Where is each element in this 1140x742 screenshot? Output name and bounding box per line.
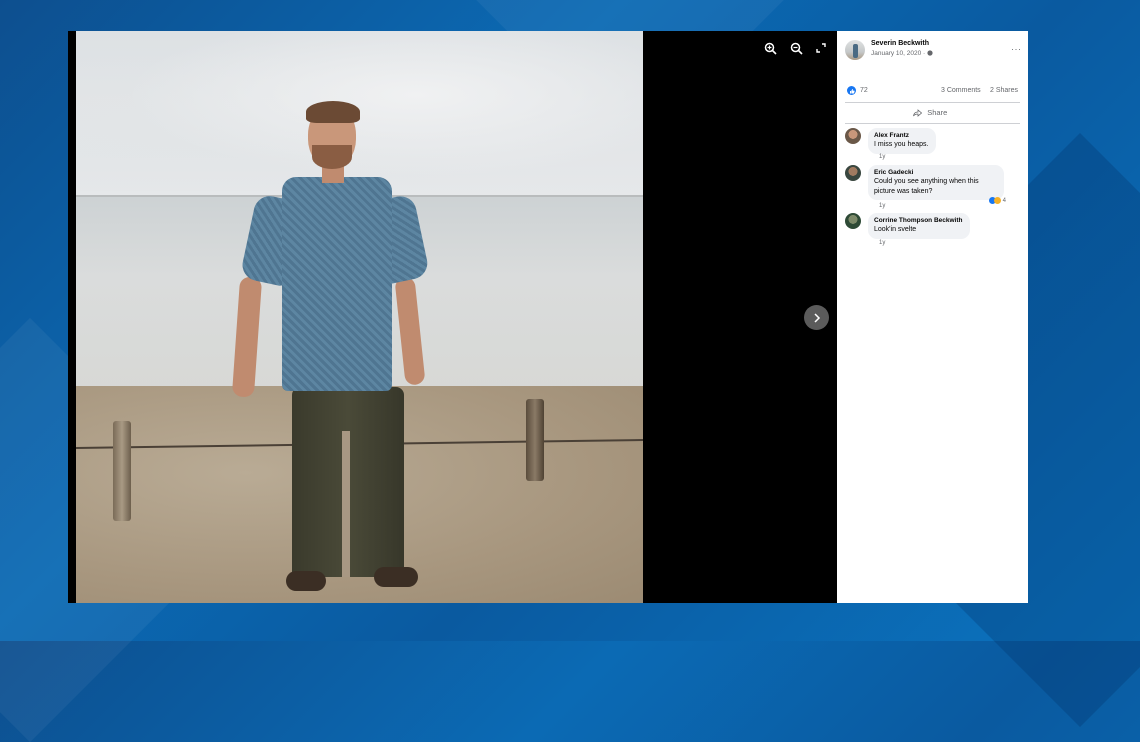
share-label: Share xyxy=(927,108,948,117)
reaction-count: 4 xyxy=(1002,198,1007,205)
zoom-in-icon[interactable] xyxy=(763,42,777,56)
comments-count[interactable]: 3 Comments xyxy=(941,87,981,94)
comment-bubble: Corrine Thompson Beckwith Look'in svelte xyxy=(868,213,971,239)
photo-person xyxy=(226,101,431,601)
likes-count[interactable]: 72 xyxy=(860,87,868,94)
shares-count[interactable]: 2 Shares xyxy=(990,87,1018,94)
globe-icon xyxy=(927,50,933,57)
commenter-avatar[interactable] xyxy=(845,128,861,144)
post-stats: 72 3 Comments 2 Shares xyxy=(847,86,1020,96)
comment-time[interactable]: 1y xyxy=(879,154,885,160)
photo-viewer xyxy=(68,31,837,603)
commenter-name[interactable]: Corrine Thompson Beckwith xyxy=(874,216,962,225)
comment-text: Look'in svelte xyxy=(874,226,917,233)
chevron-right-icon xyxy=(812,309,822,325)
divider xyxy=(845,123,1020,124)
commenter-avatar[interactable] xyxy=(845,213,861,229)
commenter-name[interactable]: Alex Frantz xyxy=(874,131,928,140)
author-avatar[interactable] xyxy=(845,40,865,60)
commenter-name[interactable]: Eric Gadecki xyxy=(874,168,996,177)
post-date[interactable]: January 10, 2020 · xyxy=(871,50,933,57)
comment-reactions[interactable]: 4 xyxy=(989,197,1006,204)
fullscreen-icon[interactable] xyxy=(814,42,828,56)
wow-reaction-icon xyxy=(994,197,1001,204)
post-header: Severin Beckwith January 10, 2020 · ··· xyxy=(845,40,1022,62)
commenter-avatar[interactable] xyxy=(845,165,861,181)
next-photo-button[interactable] xyxy=(804,305,829,330)
photo-fence-post xyxy=(113,421,131,521)
like-icon[interactable] xyxy=(847,86,856,95)
share-icon xyxy=(913,108,924,117)
post-photo[interactable] xyxy=(76,31,643,603)
author-name[interactable]: Severin Beckwith xyxy=(871,40,929,47)
divider xyxy=(845,102,1020,103)
more-icon[interactable]: ··· xyxy=(1011,44,1022,54)
comment-bubble: Eric Gadecki Could you see anything when… xyxy=(868,165,1004,200)
photo-fence-post xyxy=(526,399,544,481)
comment-text: Could you see anything when this picture… xyxy=(874,178,979,195)
zoom-out-icon[interactable] xyxy=(789,42,803,56)
post-date-text: January 10, 2020 · xyxy=(871,50,928,57)
comment-bubble: Alex Frantz I miss you heaps. xyxy=(868,128,937,154)
comment-time[interactable]: 1y xyxy=(879,203,885,209)
comment-time[interactable]: 1y xyxy=(879,240,885,246)
post-details-panel: Severin Beckwith January 10, 2020 · ··· … xyxy=(837,31,1028,603)
share-button[interactable]: Share xyxy=(913,108,947,117)
comment-text: I miss you heaps. xyxy=(874,141,929,148)
